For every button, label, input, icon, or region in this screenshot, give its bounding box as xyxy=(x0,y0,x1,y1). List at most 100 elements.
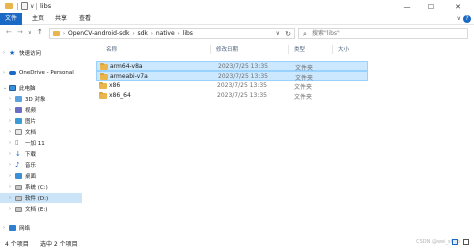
sidebar-item-drive-d[interactable]: › 软件 (D:) xyxy=(0,193,82,203)
close-button[interactable]: ✕ xyxy=(449,0,467,13)
breadcrumb-item[interactable]: native xyxy=(156,30,175,37)
tab-view[interactable]: 查看 xyxy=(79,13,91,25)
sidebar-item-downloads[interactable]: › ↓ 下载 xyxy=(0,149,82,159)
chevron-right-icon[interactable]: › xyxy=(132,31,134,37)
address-dropdown-icon[interactable]: ∨ xyxy=(276,30,280,37)
column-divider[interactable] xyxy=(332,45,333,54)
sidebar-item-label: 文档 (E:) xyxy=(25,207,48,213)
sidebar-item-this-pc[interactable]: ⌄ 此电脑 xyxy=(0,83,82,93)
up-icon[interactable]: ↑ xyxy=(37,28,43,36)
sidebar-item-3d-objects[interactable]: › 3D 对象 xyxy=(0,94,82,104)
column-header-size[interactable]: 大小 xyxy=(338,45,349,54)
breadcrumb-item[interactable]: sdk xyxy=(137,30,147,37)
chevron-right-icon[interactable]: › xyxy=(3,50,5,56)
column-divider[interactable] xyxy=(210,45,211,54)
chevron-right-icon[interactable]: › xyxy=(9,162,11,168)
list-item[interactable]: arm64-v8a 2023/7/25 13:35 文件夹 xyxy=(96,61,368,72)
refresh-icon[interactable]: ↻ xyxy=(285,30,291,38)
column-header-date[interactable]: 修改日期 xyxy=(216,45,238,54)
download-icon: ↓ xyxy=(15,150,21,158)
breadcrumb-item[interactable]: libs xyxy=(183,30,193,37)
chevron-right-icon[interactable]: › xyxy=(3,70,5,76)
chevron-right-icon[interactable]: › xyxy=(9,140,11,146)
sidebar-item-network[interactable]: › 网络 xyxy=(0,223,82,233)
chevron-right-icon[interactable]: › xyxy=(3,225,5,231)
list-item[interactable]: x86 2023/7/25 13:35 文件夹 xyxy=(96,81,368,91)
status-bar: 4 个项目 选中 2 个项目 CSDN @wei_shuo xyxy=(0,238,474,248)
document-icon xyxy=(15,129,22,135)
sidebar-item-label: 一加 11 xyxy=(25,141,45,147)
maximize-button[interactable]: ☐ xyxy=(422,0,440,13)
properties-icon[interactable] xyxy=(21,2,28,10)
chevron-right-icon[interactable]: › xyxy=(9,184,11,190)
column-divider[interactable] xyxy=(288,45,289,54)
cloud-icon xyxy=(9,71,16,75)
folder-icon xyxy=(99,92,107,99)
address-bar[interactable]: › OpenCV-android-sdk › sdk › native › li… xyxy=(49,28,295,39)
chevron-right-icon[interactable]: › xyxy=(9,129,11,135)
chevron-right-icon[interactable]: › xyxy=(178,31,180,37)
expand-ribbon-icon[interactable]: ∨ xyxy=(457,15,461,22)
column-header-type[interactable]: 类型 xyxy=(294,45,305,54)
chevron-right-icon[interactable]: › xyxy=(63,31,65,37)
navigation-pane: › ★ 快速访问 › OneDrive - Personal ⌄ 此电脑 › 3… xyxy=(0,42,82,238)
sidebar-item-onedrive[interactable]: › OneDrive - Personal xyxy=(0,68,82,78)
sidebar-item-label: 此电脑 xyxy=(19,86,36,92)
help-icon[interactable]: ? xyxy=(463,15,471,23)
list-item[interactable]: x86_64 2023/7/25 13:35 文件夹 xyxy=(96,91,368,101)
details-view-button[interactable] xyxy=(452,239,458,245)
large-icons-view-button[interactable] xyxy=(463,239,469,245)
sidebar-item-videos[interactable]: › 视频 xyxy=(0,105,82,115)
chevron-right-icon[interactable]: › xyxy=(151,31,153,37)
file-date: 2023/7/25 13:35 xyxy=(217,92,267,99)
ribbon: 文件 主页 共享 查看 ∨ ? xyxy=(0,13,474,25)
list-item[interactable]: armeabi-v7a 2023/7/25 13:35 文件夹 xyxy=(96,71,368,82)
sidebar-item-phone[interactable]: › ▯ 一加 11 xyxy=(0,138,82,148)
chevron-right-icon[interactable]: › xyxy=(9,173,11,179)
sidebar-item-desktop[interactable]: › 桌面 xyxy=(0,171,82,181)
chevron-right-icon[interactable]: › xyxy=(9,206,11,212)
sidebar-item-label: 下载 xyxy=(25,152,37,158)
sidebar-item-drive-c[interactable]: › 系统 (C:) xyxy=(0,182,82,192)
search-input[interactable] xyxy=(312,29,462,38)
pc-icon xyxy=(9,85,16,91)
search-icon: ⌕ xyxy=(303,30,307,38)
search-box[interactable]: ⌕ xyxy=(298,28,468,39)
sidebar-item-label: 快速访问 xyxy=(19,51,42,57)
file-date: 2023/7/25 13:35 xyxy=(217,82,267,89)
tab-share[interactable]: 共享 xyxy=(55,13,67,25)
chevron-right-icon[interactable]: › xyxy=(9,96,11,102)
drive-icon xyxy=(15,184,22,190)
sidebar-item-label: 视频 xyxy=(25,108,37,114)
quick-access-dropdown-icon[interactable]: ∨ xyxy=(30,3,34,10)
chevron-right-icon[interactable]: › xyxy=(9,151,11,157)
column-header-name[interactable]: 名称 xyxy=(106,45,117,54)
picture-icon xyxy=(15,118,22,124)
sidebar-item-label: 网络 xyxy=(19,226,31,232)
sidebar-item-label: 3D 对象 xyxy=(25,97,46,103)
sidebar-item-quick-access[interactable]: › ★ 快速访问 xyxy=(0,48,82,58)
file-date: 2023/7/25 13:35 xyxy=(218,73,268,80)
cube-icon xyxy=(15,96,22,102)
minimize-button[interactable]: — xyxy=(398,0,416,13)
sidebar-item-documents[interactable]: › 文档 xyxy=(0,127,82,137)
window-title: libs xyxy=(40,2,52,10)
sidebar-item-music[interactable]: › ♪ 音乐 xyxy=(0,160,82,170)
chevron-right-icon[interactable]: › xyxy=(9,118,11,124)
sidebar-item-label: 文档 xyxy=(25,130,37,136)
sidebar-item-pictures[interactable]: › 图片 xyxy=(0,116,82,126)
chevron-right-icon[interactable]: › xyxy=(9,195,11,201)
file-list: 名称 修改日期 类型 大小 arm64-v8a 2023/7/25 13:35 … xyxy=(82,42,474,238)
chevron-right-icon[interactable]: › xyxy=(9,107,11,113)
breadcrumb-item[interactable]: OpenCV-android-sdk xyxy=(68,30,129,37)
file-type: 文件夹 xyxy=(294,94,313,101)
back-icon[interactable]: ← xyxy=(6,28,12,36)
tab-file[interactable]: 文件 xyxy=(0,13,22,25)
forward-icon[interactable]: → xyxy=(17,28,23,36)
recent-locations-icon[interactable]: ∨ xyxy=(28,30,32,36)
sidebar-item-drive-e[interactable]: › 文档 (E:) xyxy=(0,204,82,214)
file-name: arm64-v8a xyxy=(110,63,143,70)
tab-home[interactable]: 主页 xyxy=(32,13,44,25)
chevron-down-icon[interactable]: ⌄ xyxy=(3,85,7,91)
sidebar-item-label: 软件 (D:) xyxy=(25,196,49,202)
